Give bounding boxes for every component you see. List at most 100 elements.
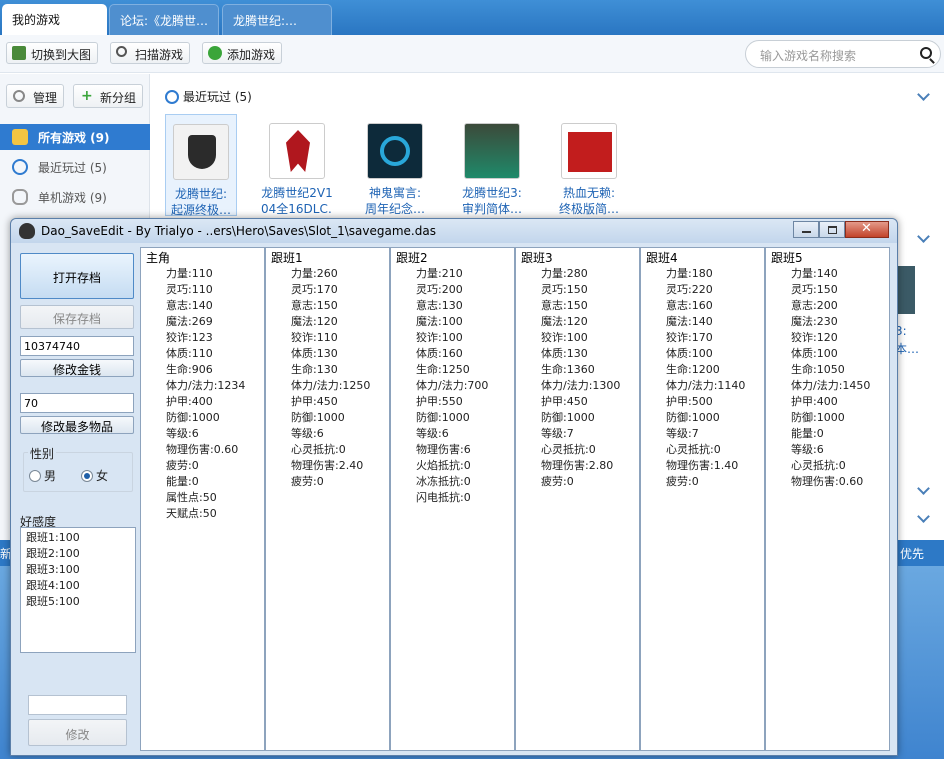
game-title: 神鬼寓言: — [368, 186, 422, 200]
stat-row: 防御:1000 — [166, 411, 220, 424]
affinity-value-input[interactable] — [28, 695, 127, 715]
open-save-button[interactable]: 打开存档 — [20, 253, 134, 299]
male-radio[interactable]: 男 — [29, 467, 56, 484]
stat-row: 灵巧:220 — [666, 283, 713, 296]
stat-row: 等级:7 — [541, 427, 574, 440]
sidebar-item-label: 所有游戏 (9) — [38, 131, 110, 145]
stats-column: 跟班3 力量:280 灵巧:150 意志:150 魔法:120 狡诈:100 体质:130 生… — [515, 247, 640, 751]
game-cover — [464, 123, 520, 179]
game-search-input[interactable]: 输入游戏名称搜索 — [745, 40, 941, 68]
close-button[interactable]: ✕ — [845, 221, 889, 238]
stat-row: 生命:1050 — [791, 363, 845, 376]
stat-row: 生命:906 — [166, 363, 213, 376]
sidebar-item-label: 单机游戏 (9) — [38, 191, 107, 205]
column-header: 跟班4 — [646, 251, 678, 265]
saveedit-window: Dao_SaveEdit - By Trialyo - ..ers\Hero\S… — [10, 218, 898, 756]
game-title: 龙腾世纪: — [174, 187, 228, 201]
search-placeholder: 输入游戏名称搜索 — [760, 49, 857, 63]
stats-column: 跟班1 力量:260 灵巧:170 意志:150 魔法:120 狡诈:110 体质:130 生… — [265, 247, 390, 751]
scan-games-label: 扫描游戏 — [135, 48, 184, 62]
sidebar-item-single-player[interactable]: 单机游戏 (9) — [0, 184, 150, 210]
stat-row: 物理伤害:2.40 — [291, 459, 364, 472]
stat-row: 灵巧:150 — [541, 283, 588, 296]
stat-row: 狡诈:100 — [416, 331, 463, 344]
gender-label: 性别 — [28, 445, 57, 462]
chevron-down-icon[interactable] — [917, 482, 930, 495]
money-input[interactable] — [20, 336, 134, 356]
chevron-down-icon[interactable] — [917, 510, 930, 523]
magnifier-icon — [116, 46, 127, 57]
clock-icon — [12, 159, 28, 175]
game-tile[interactable]: 热血无赖: 终极版简… — [553, 114, 625, 217]
folder-icon — [12, 129, 28, 145]
game-tile[interactable]: 神鬼寓言: 周年纪念… — [359, 114, 431, 217]
modify-affinity-button[interactable]: 修改 — [28, 719, 127, 746]
stat-row: 等级:7 — [666, 427, 699, 440]
stat-row: 疲劳:0 — [666, 475, 699, 488]
new-group-button[interactable]: + 新分组 — [73, 84, 144, 108]
list-item[interactable]: 跟班5:100 — [26, 594, 130, 610]
gender-group: 性别 男 女 — [23, 445, 133, 492]
stat-row: 狡诈:123 — [166, 331, 213, 344]
stat-row: 天赋点:50 — [166, 507, 217, 520]
stat-row: 防御:1000 — [291, 411, 345, 424]
scan-games-button[interactable]: 扫描游戏 — [110, 42, 191, 64]
stat-row: 能量:0 — [791, 427, 824, 440]
tab-my-games[interactable]: 我的游戏 — [2, 4, 107, 35]
search-icon[interactable] — [920, 47, 932, 59]
modify-max-items-button[interactable]: 修改最多物品 — [20, 416, 134, 434]
stat-row: 体力/法力:700 — [416, 379, 489, 392]
game-subtitle-partial: 本… — [895, 342, 920, 356]
minimize-button[interactable] — [793, 221, 819, 238]
game-tile[interactable]: 龙腾世纪2V1 04全16DLC… — [261, 114, 333, 217]
switch-view-button[interactable]: 切换到大图 — [6, 42, 99, 64]
add-game-button[interactable]: 添加游戏 — [202, 42, 283, 64]
sidebar-item-recent[interactable]: 最近玩过 (5) — [0, 154, 150, 180]
affinity-list[interactable]: 跟班1:100 跟班2:100 跟班3:100 跟班4:100 跟班5:100 — [20, 527, 136, 653]
list-item[interactable]: 跟班3:100 — [26, 562, 130, 578]
app-icon — [19, 223, 35, 239]
modify-money-button[interactable]: 修改金钱 — [20, 359, 134, 377]
radio-icon — [29, 470, 41, 482]
game-tile[interactable]: 龙腾世纪3: 审判简体… — [456, 114, 528, 217]
stat-row: 意志:150 — [541, 299, 588, 312]
list-item[interactable]: 跟班1:100 — [26, 530, 130, 546]
window-titlebar[interactable]: Dao_SaveEdit - By Trialyo - ..ers\Hero\S… — [11, 219, 897, 243]
game-title: 热血无赖: — [562, 186, 616, 200]
stat-row: 灵巧:150 — [791, 283, 838, 296]
maximize-button[interactable] — [819, 221, 845, 238]
max-items-input[interactable] — [20, 393, 134, 413]
chevron-down-icon[interactable] — [917, 230, 930, 243]
stats-column: 跟班4 力量:180 灵巧:220 意志:160 魔法:140 狡诈:170 体质:100 生… — [640, 247, 765, 751]
female-label: 女 — [96, 469, 109, 483]
stat-row: 体力/法力:1450 — [791, 379, 871, 392]
stat-row: 体质:110 — [166, 347, 213, 360]
stat-row: 意志:140 — [166, 299, 213, 312]
stat-row: 魔法:120 — [541, 315, 588, 328]
stat-row: 魔法:100 — [416, 315, 463, 328]
stat-row: 魔法:269 — [166, 315, 213, 328]
stat-row: 体质:130 — [291, 347, 338, 360]
stat-row: 护甲:400 — [791, 395, 838, 408]
chevron-down-icon[interactable] — [917, 88, 930, 101]
game-tile[interactable]: 龙腾世纪: 起源终极… — [165, 114, 237, 217]
save-save-button[interactable]: 保存存档 — [20, 305, 134, 329]
tab-forum[interactable]: 论坛:《龙腾世… — [109, 4, 219, 35]
stat-row: 护甲:400 — [166, 395, 213, 408]
stat-row: 物理伤害:1.40 — [666, 459, 739, 472]
stat-row: 狡诈:110 — [291, 331, 338, 344]
manage-button[interactable]: 管理 — [6, 84, 65, 108]
stat-row: 生命:1360 — [541, 363, 595, 376]
stat-row: 力量:260 — [291, 267, 338, 280]
stat-row: 防御:1000 — [666, 411, 720, 424]
stat-row: 心灵抵抗:0 — [541, 443, 596, 456]
stat-row: 心灵抵抗:0 — [291, 443, 346, 456]
female-radio[interactable]: 女 — [81, 467, 108, 484]
stat-row: 火焰抵抗:0 — [416, 459, 471, 472]
sidebar-item-all-games[interactable]: 所有游戏 (9) — [0, 124, 150, 150]
list-item[interactable]: 跟班2:100 — [26, 546, 130, 562]
recent-heading-text: 最近玩过 (5) — [183, 90, 252, 104]
list-item[interactable]: 跟班4:100 — [26, 578, 130, 594]
stat-row: 等级:6 — [291, 427, 324, 440]
tab-dragon-age[interactable]: 龙腾世纪:… — [222, 4, 332, 35]
